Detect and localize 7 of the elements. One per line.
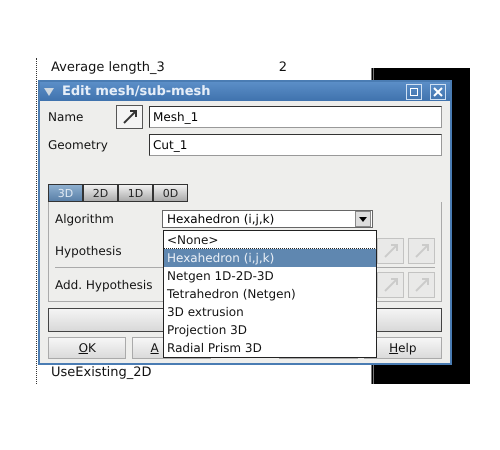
field-label: Add. Hypothesis [55,278,154,292]
field-label: Hypothesis [55,244,123,258]
window-title: Edit mesh/sub-mesh [62,84,212,99]
tree-value: 2 [278,60,288,75]
field-label: Name [48,110,84,124]
field-label: Algorithm [55,212,115,226]
field-label: Geometry [48,138,109,152]
